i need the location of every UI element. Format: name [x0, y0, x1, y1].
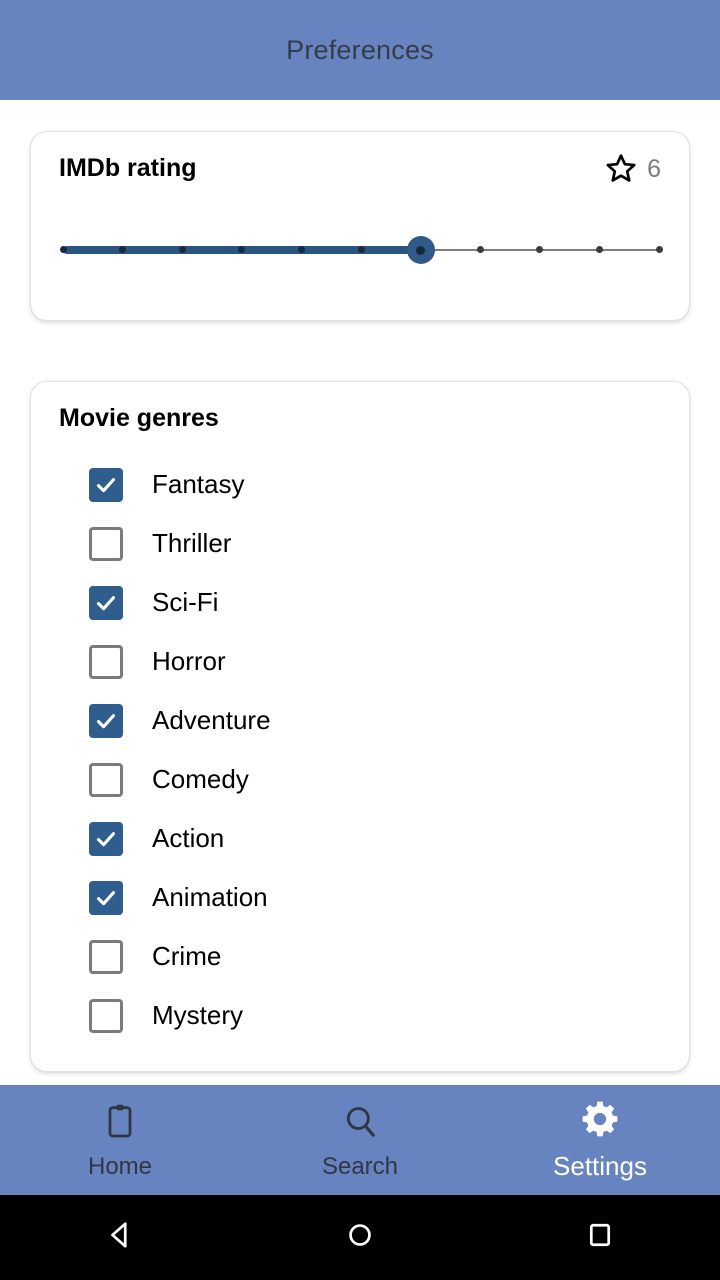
- gear-icon: [580, 1099, 620, 1144]
- slider-tick: [297, 246, 305, 253]
- home-button[interactable]: [240, 1217, 480, 1258]
- checkbox-checked-icon[interactable]: [89, 467, 123, 502]
- content-area: IMDb rating 6 Movie genres Fantasy Thril…: [0, 100, 720, 1085]
- rating-value: 6: [647, 154, 661, 183]
- recents-button[interactable]: [480, 1217, 720, 1258]
- genre-label: Crime: [152, 941, 222, 971]
- circle-icon: [342, 1217, 378, 1258]
- checkbox-checked-icon[interactable]: [89, 821, 123, 856]
- checkbox-unchecked-icon[interactable]: [89, 998, 123, 1033]
- genre-row[interactable]: Fantasy: [59, 455, 661, 514]
- checkbox-unchecked-icon[interactable]: [89, 644, 123, 679]
- rating-value-group: 6: [604, 152, 661, 186]
- clipboard-icon: [100, 1101, 140, 1146]
- back-button[interactable]: [0, 1217, 240, 1258]
- checkbox-checked-icon[interactable]: [89, 703, 123, 738]
- checkbox-unchecked-icon[interactable]: [89, 939, 123, 974]
- movie-genres-card: Movie genres Fantasy Thriller Sci-Fi Horror…: [30, 381, 690, 1072]
- genre-row[interactable]: Sci-Fi: [59, 573, 661, 632]
- slider-tick: [178, 246, 186, 253]
- genre-label: Thriller: [152, 528, 232, 558]
- genre-label: Action: [152, 823, 225, 853]
- slider-tick: [655, 246, 663, 253]
- nav-item-settings[interactable]: Settings: [480, 1099, 720, 1182]
- genre-row[interactable]: Action: [59, 809, 661, 868]
- genre-label: Adventure: [152, 705, 271, 735]
- genre-label: Animation: [152, 882, 268, 912]
- nav-label: Settings: [553, 1151, 647, 1181]
- nav-label: Search: [321, 1152, 399, 1180]
- square-icon: [582, 1217, 618, 1258]
- slider-tick: [536, 246, 544, 253]
- star-outline-icon: [604, 152, 638, 186]
- app-screen: Preferences IMDb rating 6 Movie genres F…: [0, 0, 720, 1280]
- genre-label: Horror: [152, 646, 226, 676]
- rating-card-title: IMDb rating: [59, 154, 197, 182]
- nav-label: Home: [87, 1152, 153, 1180]
- slider-thumb[interactable]: [406, 236, 435, 264]
- genre-row[interactable]: Crime: [59, 927, 661, 986]
- genre-list: Fantasy Thriller Sci-Fi Horror Adventure Come…: [59, 455, 661, 1045]
- genre-row[interactable]: Animation: [59, 868, 661, 927]
- rating-card-header: IMDb rating 6: [59, 154, 661, 186]
- search-icon: [340, 1101, 380, 1146]
- genre-row[interactable]: Adventure: [59, 691, 661, 750]
- genres-card-title: Movie genres: [59, 404, 219, 432]
- genre-row[interactable]: Mystery: [59, 986, 661, 1045]
- genre-row[interactable]: Comedy: [59, 750, 661, 809]
- checkbox-checked-icon[interactable]: [89, 585, 123, 620]
- genre-label: Sci-Fi: [152, 587, 219, 617]
- triangle-left-icon: [102, 1217, 138, 1258]
- nav-item-home[interactable]: Home: [0, 1101, 240, 1181]
- checkbox-checked-icon[interactable]: [89, 880, 123, 915]
- checkbox-unchecked-icon[interactable]: [89, 526, 123, 561]
- nav-item-search[interactable]: Search: [240, 1101, 480, 1181]
- genre-row[interactable]: Thriller: [59, 514, 661, 573]
- genre-row[interactable]: Horror: [59, 632, 661, 691]
- imdb-rating-card: IMDb rating 6: [30, 131, 690, 321]
- checkbox-unchecked-icon[interactable]: [89, 762, 123, 797]
- imdb-rating-slider[interactable]: [59, 230, 663, 270]
- system-navigation-bar: [0, 1195, 720, 1280]
- app-bar: Preferences: [0, 0, 720, 100]
- bottom-navigation: Home Search Settings: [0, 1085, 720, 1195]
- slider-tick: [59, 246, 67, 253]
- slider-tick: [357, 246, 365, 253]
- genre-label: Mystery: [152, 1000, 243, 1030]
- slider-tick: [595, 246, 603, 253]
- page-title: Preferences: [286, 34, 434, 65]
- genre-label: Comedy: [152, 764, 249, 794]
- genre-label: Fantasy: [152, 469, 245, 499]
- slider-tick: [476, 246, 484, 253]
